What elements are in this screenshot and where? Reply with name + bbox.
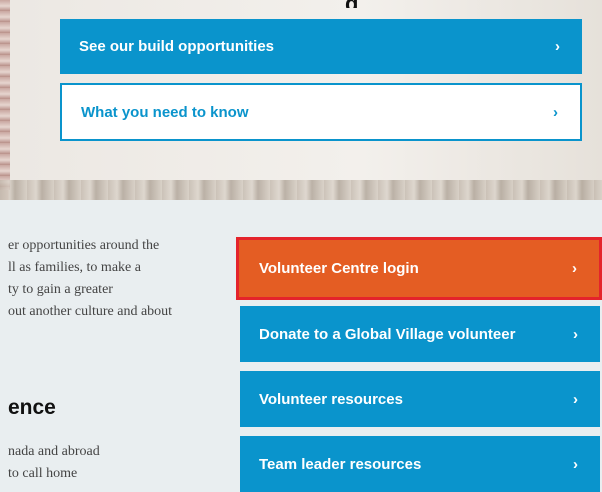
section-text: nada and abroad to call home xyxy=(8,441,230,485)
intro-line: er opportunities around the xyxy=(8,238,160,253)
button-label: Donate to a Global Village volunteer xyxy=(259,325,516,343)
chevron-right-icon: › xyxy=(573,325,578,343)
volunteer-centre-login-button[interactable]: Volunteer Centre login › xyxy=(236,237,602,300)
team-leader-resources-button[interactable]: Team leader resources › xyxy=(240,436,600,492)
section-line: to call home xyxy=(8,466,78,481)
chevron-right-icon: › xyxy=(553,103,558,121)
chevron-right-icon: › xyxy=(555,38,560,55)
hero-person-figure xyxy=(0,0,10,190)
button-label: Team leader resources xyxy=(259,455,422,473)
section-line: nada and abroad xyxy=(8,444,100,459)
button-label: Volunteer Centre login xyxy=(259,260,419,277)
intro-line: ty to gain a greater xyxy=(8,282,113,297)
intro-line: out another culture and about xyxy=(8,304,173,319)
button-label: See our build opportunities xyxy=(79,38,274,55)
hero-image-edge xyxy=(0,180,602,200)
button-label: What you need to know xyxy=(81,103,249,121)
button-label: Volunteer resources xyxy=(259,390,403,408)
donate-to-volunteer-button[interactable]: Donate to a Global Village volunteer › xyxy=(240,306,600,362)
section-heading: ence xyxy=(8,396,56,419)
chevron-right-icon: › xyxy=(573,390,578,408)
chevron-right-icon: › xyxy=(573,455,578,473)
what-you-need-to-know-button[interactable]: What you need to know › xyxy=(60,83,582,141)
chevron-right-icon: › xyxy=(572,260,577,277)
intro-paragraph: er opportunities around the ll as famili… xyxy=(8,235,230,323)
intro-line: ll as families, to make a xyxy=(8,260,141,275)
volunteer-resources-button[interactable]: Volunteer resources › xyxy=(240,371,600,427)
see-build-opportunities-button[interactable]: See our build opportunities › xyxy=(60,19,582,74)
hero-heading-fragment: g xyxy=(345,0,358,8)
